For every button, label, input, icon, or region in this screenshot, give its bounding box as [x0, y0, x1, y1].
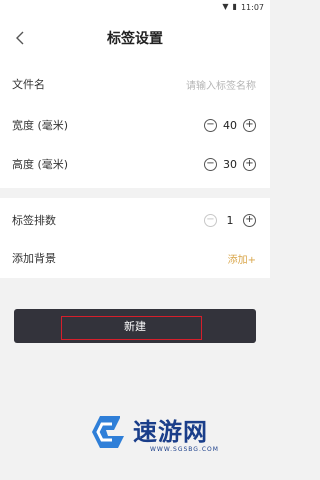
status-time: 11:07	[240, 2, 264, 12]
rows-value: 1	[226, 213, 234, 227]
rows-row: 标签排数 − 1 +	[0, 200, 270, 240]
height-decrement-button[interactable]: −	[204, 157, 217, 171]
create-button-label: 新建	[124, 320, 146, 333]
filename-input[interactable]: 请输入标签名称	[186, 77, 256, 92]
back-button[interactable]	[8, 26, 32, 50]
width-label: 宽度 (毫米)	[12, 119, 69, 132]
rows-increment-button[interactable]: +	[243, 213, 256, 227]
watermark: 速游网 WWW.SGSBG.COM	[0, 400, 270, 470]
height-stepper: − 30 +	[204, 157, 256, 171]
rows-label: 标签排数	[12, 214, 56, 227]
page-title: 标签设置	[107, 31, 163, 47]
filename-row: 文件名 请输入标签名称	[0, 64, 270, 104]
battery-icon: ▮	[232, 2, 237, 11]
height-row: 高度 (毫米) − 30 +	[0, 144, 270, 184]
height-label: 高度 (毫米)	[12, 158, 69, 171]
background-label: 添加背景	[12, 252, 56, 265]
rows-stepper: − 1 +	[204, 213, 256, 227]
width-stepper: − 40 +	[204, 118, 256, 132]
watermark-logo-icon	[92, 416, 124, 448]
label-size-card: 文件名 请输入标签名称 宽度 (毫米) − 40 + 高度 (毫米) − 30 …	[0, 62, 270, 188]
label-options-card: 标签排数 − 1 + 添加背景 添加+	[0, 198, 270, 278]
background-row: 添加背景 添加+	[0, 238, 270, 278]
add-background-link[interactable]: 添加+	[228, 251, 256, 266]
watermark-url: WWW.SGSBG.COM	[150, 446, 219, 453]
rows-decrement-button[interactable]: −	[204, 213, 217, 227]
wifi-icon: ▼	[222, 2, 229, 11]
status-bar: ▼ ▮ 11:07	[0, 0, 270, 14]
chevron-left-icon	[16, 31, 24, 45]
width-row: 宽度 (毫米) − 40 +	[0, 105, 270, 145]
create-button[interactable]: 新建	[14, 309, 256, 343]
width-value: 40	[223, 118, 237, 132]
height-increment-button[interactable]: +	[243, 157, 256, 171]
height-value: 30	[223, 157, 237, 171]
top-bar: 标签设置	[0, 14, 270, 62]
width-increment-button[interactable]: +	[243, 118, 256, 132]
filename-label: 文件名	[12, 78, 45, 91]
width-decrement-button[interactable]: −	[204, 118, 217, 132]
watermark-text: 速游网	[133, 418, 208, 446]
